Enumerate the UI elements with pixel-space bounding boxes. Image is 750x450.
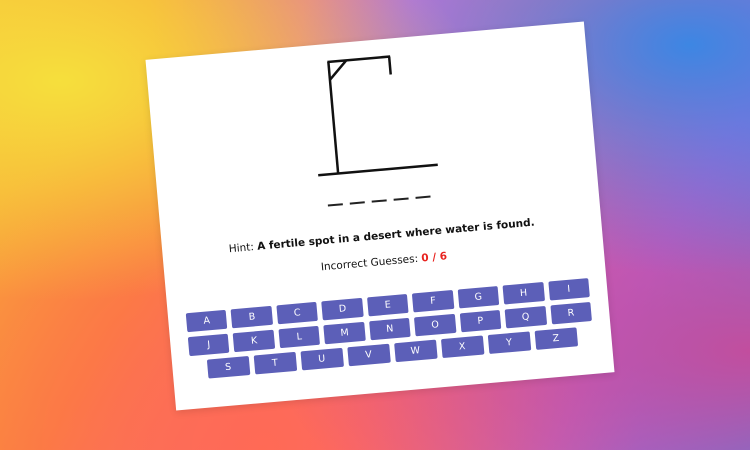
key-u-button[interactable]: U <box>300 347 344 371</box>
key-q-button[interactable]: Q <box>504 305 547 329</box>
letter-blank <box>371 199 387 203</box>
hint-label: Hint: <box>228 241 255 256</box>
key-z-button[interactable]: Z <box>534 327 578 350</box>
key-l-button[interactable]: L <box>278 325 321 349</box>
letter-blank <box>393 197 409 201</box>
word-blanks <box>159 181 597 221</box>
key-x-button[interactable]: X <box>440 335 484 359</box>
gallows-brace <box>328 59 348 81</box>
key-p-button[interactable]: P <box>459 309 502 333</box>
key-f-button[interactable]: F <box>412 289 455 313</box>
hangman-card: Hint: A fertile spot in a desert where w… <box>145 21 615 411</box>
key-j-button[interactable]: J <box>187 333 230 357</box>
key-b-button[interactable]: B <box>231 305 273 329</box>
key-v-button[interactable]: V <box>346 343 391 367</box>
key-i-button[interactable]: I <box>547 278 590 301</box>
key-m-button[interactable]: M <box>323 321 366 345</box>
key-r-button[interactable]: R <box>549 302 592 325</box>
key-e-button[interactable]: E <box>366 293 409 317</box>
letter-blank <box>327 203 343 207</box>
gallows-rope <box>387 56 392 75</box>
key-k-button[interactable]: K <box>233 329 276 353</box>
key-a-button[interactable]: A <box>185 309 228 333</box>
gallows-base <box>318 163 438 177</box>
guesses-label: Incorrect Guesses: <box>320 252 419 274</box>
letter-blank <box>414 195 431 199</box>
key-h-button[interactable]: H <box>502 282 545 305</box>
key-n-button[interactable]: N <box>368 317 411 341</box>
gallows-drawing <box>318 55 438 177</box>
guesses-count: 0 / 6 <box>420 250 448 265</box>
key-o-button[interactable]: O <box>414 313 457 337</box>
key-s-button[interactable]: S <box>206 356 250 379</box>
key-w-button[interactable]: W <box>393 339 438 363</box>
key-d-button[interactable]: D <box>321 297 364 321</box>
letter-keyboard: ABCDEFGHI JKLMNOPQR STUVWXYZ <box>185 278 595 385</box>
letter-blank <box>349 201 365 205</box>
key-g-button[interactable]: G <box>457 286 500 309</box>
key-t-button[interactable]: T <box>253 351 297 375</box>
key-c-button[interactable]: C <box>276 301 319 325</box>
key-y-button[interactable]: Y <box>487 331 531 355</box>
gallows-beam <box>327 55 391 64</box>
